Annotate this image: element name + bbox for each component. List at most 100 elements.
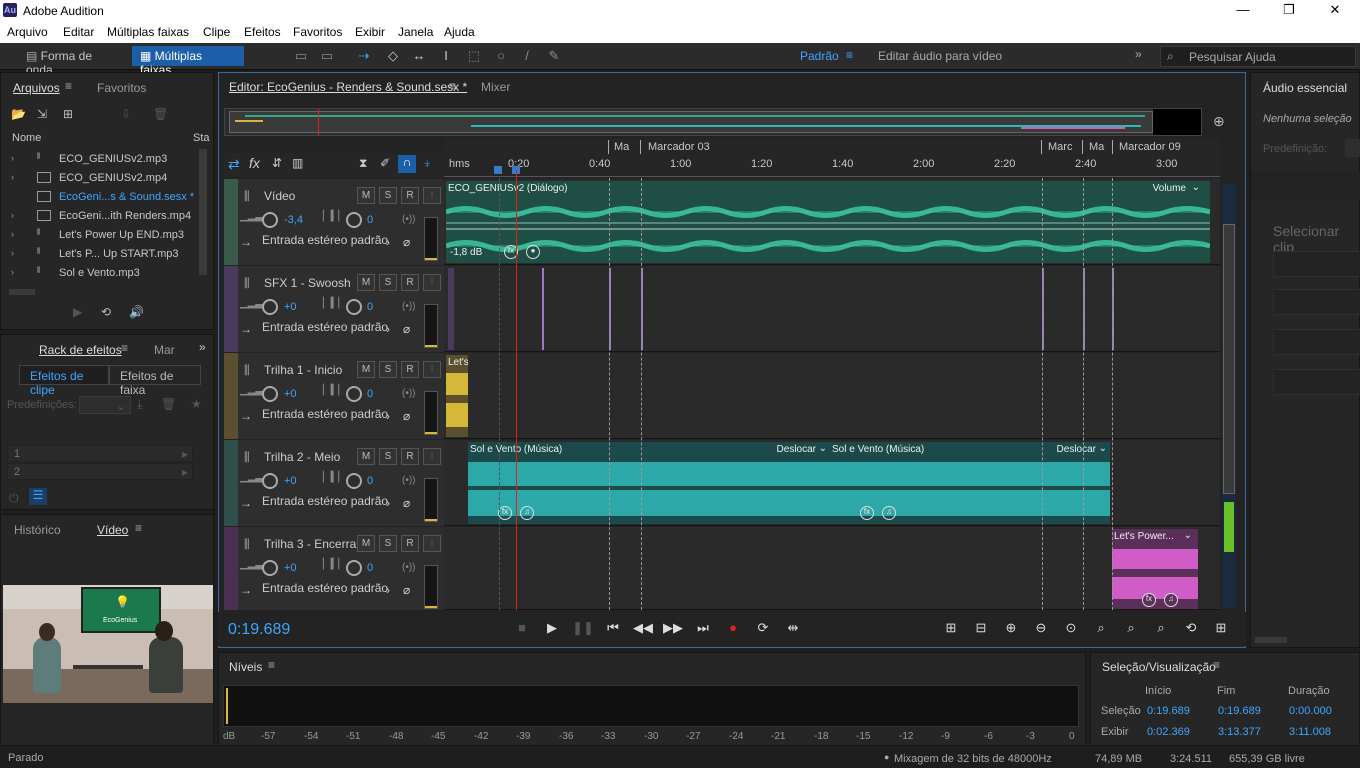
chevron-right-icon[interactable]: › (386, 583, 390, 597)
phase-invert-icon[interactable]: ⌀ (403, 235, 410, 249)
essential-button-placeholder[interactable] (1273, 251, 1360, 277)
time-selection-tool-icon[interactable]: I (437, 48, 455, 64)
phase-invert-icon[interactable]: ⌀ (403, 409, 410, 423)
track-input-select[interactable]: Entrada estéreo padrão (262, 407, 388, 421)
track-name[interactable]: Vídeo (264, 189, 295, 203)
spot-healing-tool-icon[interactable]: ✎ (545, 48, 563, 64)
preset-dropdown[interactable] (1345, 139, 1360, 157)
track-name[interactable]: Trilha 2 - Meio (264, 450, 340, 464)
session-overview[interactable] (224, 108, 1202, 136)
volume-knob[interactable] (262, 473, 278, 489)
monitor-input-button[interactable]: I (423, 274, 441, 291)
solo-button[interactable]: S (379, 274, 397, 291)
chevron-right-icon[interactable]: › (386, 322, 390, 336)
files-scrollbar[interactable] (199, 149, 207, 275)
loop-playback-button[interactable]: ⟳ (752, 620, 774, 638)
track-lane[interactable]: ECO_GENIUSv2 (Diálogo) Volume ⌄ -1,8 dB … (444, 179, 1220, 265)
lasso-tool-icon[interactable]: ○ (492, 48, 510, 64)
stop-button[interactable]: ■ (511, 620, 533, 638)
chevron-down-icon[interactable]: ⌄ (1099, 443, 1107, 454)
spectral-display-icon[interactable]: ▭ (292, 48, 310, 64)
pause-button[interactable]: ❚❚ (572, 620, 594, 638)
input-output-icon[interactable]: ⇄ (228, 156, 240, 173)
pan-knob[interactable] (346, 386, 362, 402)
delete-preset-icon[interactable]: 🗑 (161, 397, 176, 411)
marker-pin-icon[interactable]: ⍖ (423, 155, 431, 172)
track-header[interactable]: ⫼ Trilha 3 - Encerra M S R I ▁▂▃ +0 ▏▍▏ … (224, 527, 444, 610)
chevron-down-icon[interactable]: ⌄ (1184, 530, 1192, 541)
zoom-tracks-icon[interactable]: ⊞ (1210, 620, 1232, 638)
phase-invert-icon[interactable]: ⌀ (403, 583, 410, 597)
track-name[interactable]: Trilha 3 - Encerra (264, 537, 356, 551)
expand-icon[interactable]: › (11, 267, 14, 277)
volume-knob[interactable] (262, 212, 278, 228)
pan-value[interactable]: 0 (367, 562, 373, 574)
volume-value[interactable]: -3,4 (284, 214, 303, 226)
sfx-clip[interactable] (448, 268, 454, 350)
autoplay-icon[interactable]: 🔊 (129, 305, 144, 319)
marker-flag[interactable] (1082, 140, 1083, 154)
track-lane[interactable] (444, 266, 1220, 352)
tab-video[interactable]: Vídeo (97, 523, 128, 537)
clip-dialogue-icon[interactable]: ● (526, 245, 540, 259)
selection-start[interactable]: 0:19.689 (1147, 705, 1190, 717)
zoom-selection-icon[interactable]: ⌕ (1150, 620, 1172, 638)
file-row[interactable]: › ⫼ Let's P... Up START.mp3 (7, 245, 197, 264)
essential-button-placeholder[interactable] (1273, 289, 1360, 315)
monitor-input-button[interactable]: I (423, 535, 441, 552)
track-header[interactable]: ⫼ SFX 1 - Swoosh M S R I ▁▂▃ +0 ▏▍▏ 0 (•… (224, 266, 444, 352)
solo-button[interactable]: S (379, 187, 397, 204)
pan-knob[interactable] (346, 299, 362, 315)
track-name[interactable]: SFX 1 - Swoosh (264, 276, 351, 290)
workspace-video[interactable]: Editar áudio para vídeo (878, 49, 1002, 63)
record-arm-button[interactable]: R (401, 361, 419, 378)
essential-button-placeholder[interactable] (1273, 329, 1360, 355)
go-to-start-button[interactable]: ⏮ (602, 620, 624, 638)
brush-tool-icon[interactable]: / (518, 48, 536, 64)
view-start[interactable]: 0:02.369 (1147, 726, 1190, 738)
track-input-select[interactable]: Entrada estéreo padrão (262, 581, 388, 595)
menu-multiplas-faixas[interactable]: Múltiplas faixas (107, 25, 189, 39)
move-tool-icon[interactable]: ⇢ (355, 48, 373, 64)
track-header[interactable]: ⫼ Trilha 2 - Meio M S R I ▁▂▃ +0 ▏▍▏ 0 (… (224, 440, 444, 526)
marker-label[interactable]: Ma (614, 141, 629, 153)
marker-flag[interactable] (1041, 140, 1042, 154)
volume-value[interactable]: +0 (284, 388, 297, 400)
record-arm-button[interactable]: R (401, 448, 419, 465)
track-effects-tab[interactable]: Efeitos de faixa (109, 365, 201, 397)
panel-menu-icon[interactable]: ≡ (135, 521, 142, 535)
timeline-ruler[interactable]: Ma Marcador 03 Marc Ma Marcador 09 hms 0… (444, 138, 1220, 178)
record-button[interactable]: ● (722, 620, 744, 638)
edit-icon[interactable]: ✐ (380, 156, 390, 170)
zoom-out-point-icon[interactable]: ⌕ (1120, 620, 1142, 638)
sfx-clip[interactable] (542, 268, 544, 350)
minimize-button[interactable]: — (1228, 2, 1258, 20)
volume-value[interactable]: +0 (284, 562, 297, 574)
audio-clip[interactable]: Let's... (446, 355, 468, 437)
maximize-button[interactable]: ❐ (1274, 2, 1304, 20)
menu-clipe[interactable]: Clipe (203, 25, 230, 39)
slip-tool-icon[interactable]: ↔ (410, 48, 428, 64)
record-arm-button[interactable]: R (401, 274, 419, 291)
vertical-scroll-thumb[interactable] (1223, 224, 1235, 494)
help-search-input[interactable]: ⌕ Pesquisar Ajuda (1160, 46, 1356, 67)
clip-shift-label[interactable]: Deslocar (777, 444, 816, 455)
essential-audio-title[interactable]: Áudio essencial (1263, 81, 1347, 95)
record-arm-button[interactable]: R (401, 187, 419, 204)
clip-music-icon[interactable]: ♫ (520, 506, 534, 520)
power-icon[interactable]: ⏻ (9, 491, 19, 506)
chevron-right-icon[interactable]: › (386, 496, 390, 510)
panel-menu-icon[interactable]: ≡ (449, 79, 456, 93)
expand-icon[interactable]: › (11, 210, 14, 220)
selection-in-handle[interactable] (494, 166, 502, 174)
panel-menu-icon[interactable]: ≡ (65, 79, 72, 93)
chevron-right-icon[interactable]: › (386, 409, 390, 423)
monitor-input-button[interactable]: I (423, 187, 441, 204)
mute-button[interactable]: M (357, 448, 375, 465)
marker-label[interactable]: Ma (1089, 141, 1104, 153)
mute-button[interactable]: M (357, 187, 375, 204)
new-file-icon[interactable]: ⊞ (63, 107, 73, 121)
eq-icon[interactable]: ▥ (292, 156, 303, 170)
current-time-display[interactable]: 0:19.689 (228, 621, 290, 639)
essential-button-placeholder[interactable] (1273, 369, 1360, 395)
